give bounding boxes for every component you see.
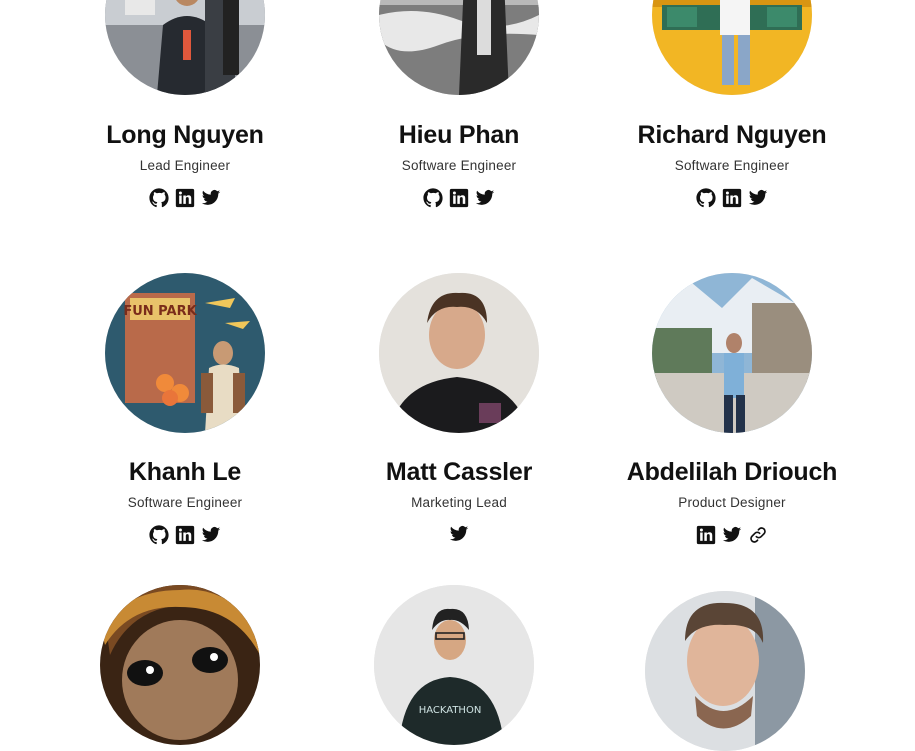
github-icon[interactable] [423, 187, 444, 208]
link-icon[interactable] [748, 524, 769, 545]
avatar: HACKATHON [374, 585, 534, 745]
avatar [379, 0, 539, 95]
github-icon[interactable] [149, 524, 170, 545]
github-icon[interactable] [696, 187, 717, 208]
twitter-icon[interactable] [475, 187, 496, 208]
avatar: FUN PARK [105, 273, 265, 433]
twitter-icon[interactable] [201, 187, 222, 208]
member-name: Matt Cassler [385, 458, 533, 486]
member-role: Product Designer [678, 495, 786, 510]
twitter-icon[interactable] [201, 524, 222, 545]
social-links [587, 187, 877, 208]
linkedin-icon[interactable] [722, 187, 743, 208]
member-name: Long Nguyen [106, 121, 264, 149]
social-links [40, 524, 330, 545]
member-role: Lead Engineer [139, 158, 231, 173]
member-role: Software Engineer [127, 495, 243, 510]
avatar [652, 273, 812, 433]
svg-text:FUN PARK: FUN PARK [123, 304, 197, 319]
avatar [652, 0, 812, 95]
avatar [379, 273, 539, 433]
avatar [100, 585, 260, 745]
social-links [587, 524, 877, 545]
linkedin-icon[interactable] [175, 524, 196, 545]
member-name: Hieu Phan [398, 121, 520, 149]
twitter-icon[interactable] [748, 187, 769, 208]
member-role: Marketing Lead [411, 495, 507, 510]
social-links [314, 187, 604, 208]
avatar [645, 591, 805, 751]
svg-text:HACKATHON: HACKATHON [419, 705, 482, 716]
linkedin-icon[interactable] [175, 187, 196, 208]
member-name: Abdelilah Driouch [626, 458, 838, 486]
member-name: Richard Nguyen [637, 121, 827, 149]
social-links [314, 523, 604, 544]
member-role: Software Engineer [674, 158, 790, 173]
twitter-icon[interactable] [449, 523, 470, 544]
social-links [40, 187, 330, 208]
member-name: Khanh Le [128, 458, 242, 486]
linkedin-icon[interactable] [449, 187, 470, 208]
twitter-icon[interactable] [722, 524, 743, 545]
github-icon[interactable] [149, 187, 170, 208]
linkedin-icon[interactable] [696, 524, 717, 545]
member-role: Software Engineer [401, 158, 517, 173]
avatar [105, 0, 265, 95]
